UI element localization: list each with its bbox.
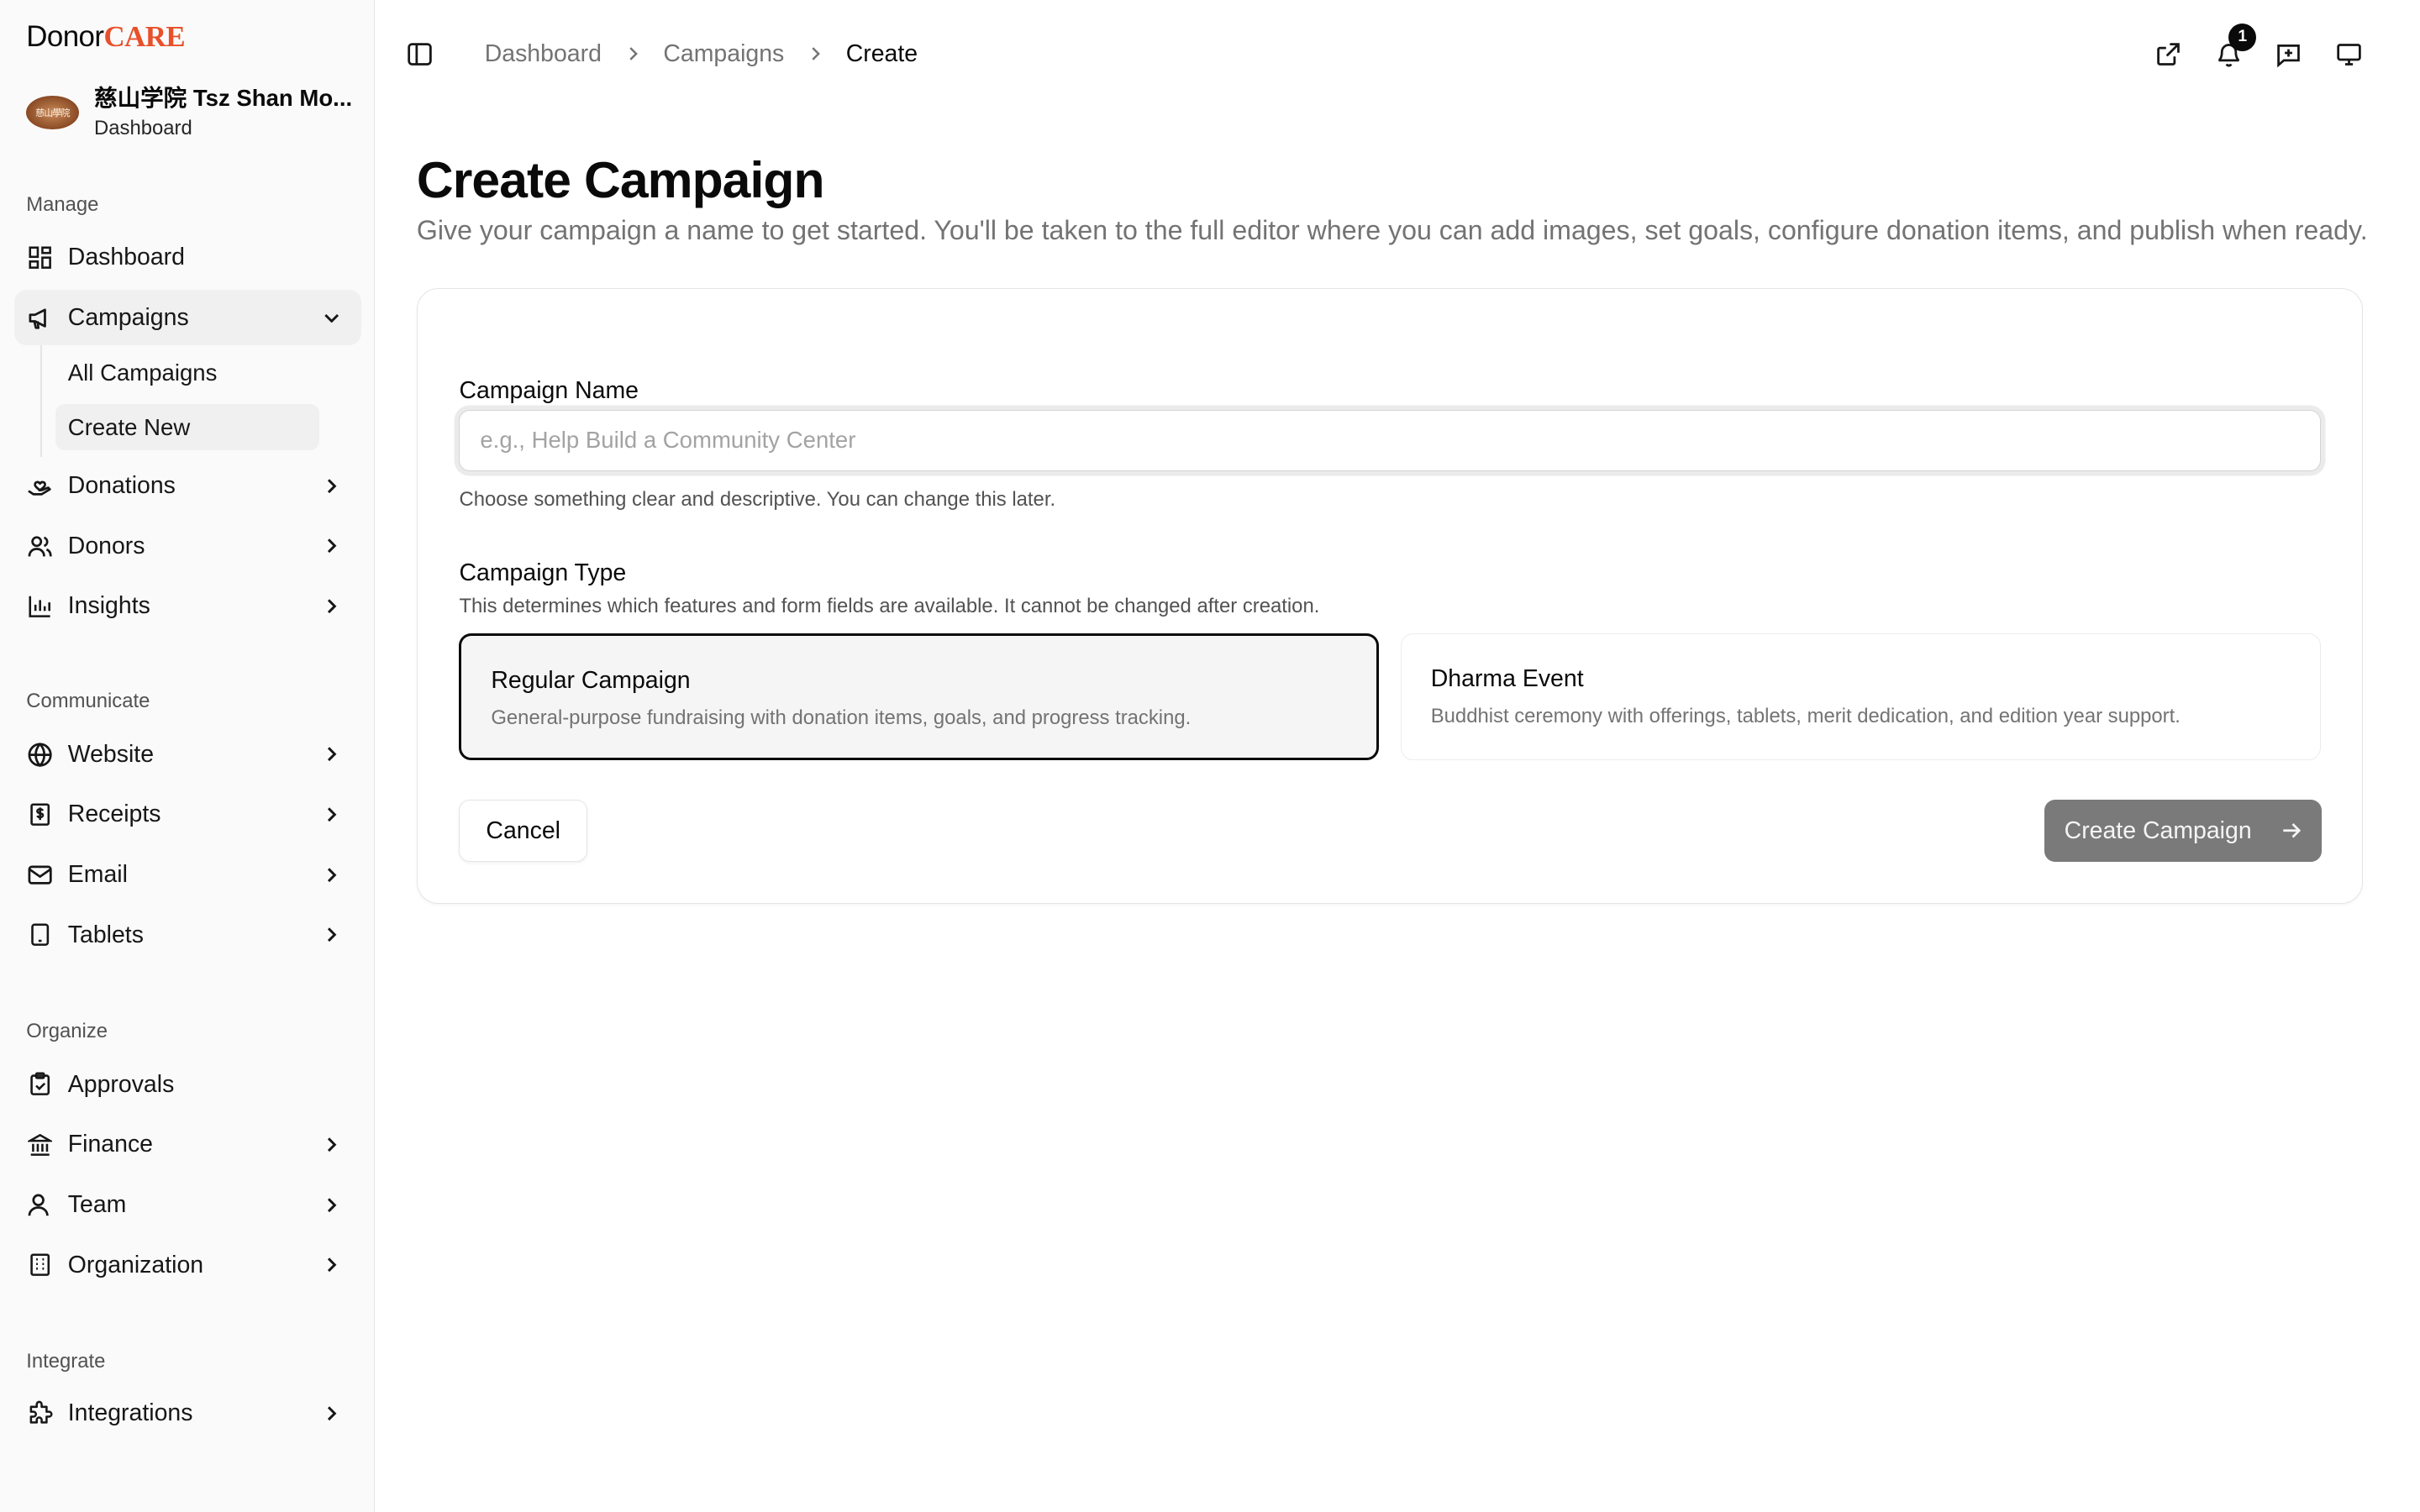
chevron-right-icon xyxy=(328,599,337,614)
user-icon xyxy=(26,1191,54,1219)
notification-badge: 1 xyxy=(2228,23,2257,51)
campaign-name-help: Choose something clear and descriptive. … xyxy=(459,488,1056,512)
org-subtitle: Dashboard xyxy=(94,116,192,139)
chevron-right-icon xyxy=(623,45,642,63)
sidebar-item-label: Donors xyxy=(67,532,145,559)
cancel-button[interactable]: Cancel xyxy=(459,800,587,862)
campaign-type-label: Campaign Type xyxy=(459,559,627,586)
section-label-communicate: Communicate xyxy=(26,690,150,712)
breadcrumb-dashboard[interactable]: Dashboard xyxy=(485,40,602,68)
org-switcher[interactable]: 慈山學院 慈山学院 Tsz Shan Mo... Dashboard xyxy=(26,81,362,145)
type-option-dharma-event[interactable]: Dharma Event Buddhist ceremony with offe… xyxy=(1400,633,2321,760)
create-campaign-label: Create Campaign xyxy=(2064,816,2252,844)
sidebar-subitem-all-campaigns[interactable]: All Campaigns xyxy=(55,350,319,396)
users-icon xyxy=(26,533,54,560)
org-name: 慈山学院 Tsz Shan Mo... xyxy=(94,85,353,112)
sidebar-item-email[interactable]: Email xyxy=(14,847,361,902)
sidebar-item-finance[interactable]: Finance xyxy=(14,1117,361,1173)
chevron-right-icon xyxy=(328,927,337,942)
sidebar-item-label: Donations xyxy=(67,472,176,500)
breadcrumb-campaigns[interactable]: Campaigns xyxy=(663,40,784,68)
bar-chart-icon xyxy=(26,592,54,620)
section-label-organize: Organize xyxy=(26,1020,108,1043)
campaign-type-help: This determines which features and form … xyxy=(459,595,1320,618)
sidebar-item-organization[interactable]: Organization xyxy=(14,1237,361,1293)
tablet-icon xyxy=(26,921,54,949)
sidebar-item-dashboard[interactable]: Dashboard xyxy=(14,230,361,286)
sidebar-item-label: Website xyxy=(67,740,155,768)
building-icon xyxy=(26,1252,54,1279)
sidebar-item-tablets[interactable]: Tablets xyxy=(14,907,361,963)
chevron-right-icon xyxy=(328,1198,337,1212)
chevron-right-icon xyxy=(328,1257,337,1273)
dashboard-icon xyxy=(26,244,54,271)
sidebar-item-approvals[interactable]: Approvals xyxy=(14,1057,361,1112)
megaphone-icon xyxy=(26,304,54,332)
sidebar-subitem-create-new[interactable]: Create New xyxy=(55,404,320,451)
sidebar-item-team[interactable]: Team xyxy=(14,1177,361,1232)
page-title: Create Campaign xyxy=(416,151,825,209)
sidebar-item-label: Approvals xyxy=(67,1070,175,1098)
sidebar-item-donations[interactable]: Donations xyxy=(14,458,361,513)
monitor-icon[interactable] xyxy=(2330,35,2367,72)
campaign-name-input[interactable] xyxy=(459,409,2321,472)
chevron-right-icon xyxy=(328,538,337,554)
sidebar-item-label: Campaigns xyxy=(67,303,189,331)
sidebar-item-integrations[interactable]: Integrations xyxy=(14,1385,361,1441)
section-label-integrate: Integrate xyxy=(26,1350,106,1373)
sidebar-toggle-icon[interactable] xyxy=(406,40,434,68)
page-description: Give your campaign a name to get started… xyxy=(416,214,2368,245)
chevron-down-icon xyxy=(324,313,339,323)
globe-icon xyxy=(26,741,54,769)
sidebar-item-label: Insights xyxy=(67,592,150,620)
chevron-right-icon xyxy=(328,479,337,493)
campaign-name-label: Campaign Name xyxy=(459,377,639,405)
sidebar-item-label: Finance xyxy=(67,1131,153,1158)
chevron-right-icon xyxy=(328,1137,337,1152)
brand-logo[interactable]: DonorCARE xyxy=(26,17,185,57)
hand-heart-icon xyxy=(26,472,54,500)
landmark-icon xyxy=(26,1131,54,1158)
sidebar-item-donors[interactable]: Donors xyxy=(14,518,361,574)
top-bar: Dashboard Campaigns Create 1 xyxy=(375,0,2420,108)
chevron-right-icon xyxy=(328,807,337,822)
message-plus-icon[interactable] xyxy=(2270,35,2307,72)
breadcrumb: Dashboard Campaigns Create xyxy=(485,37,918,71)
bell-icon[interactable]: 1 xyxy=(2210,23,2257,72)
type-option-description: General-purpose fundraising with donatio… xyxy=(491,706,1192,729)
main-content: Dashboard Campaigns Create 1 Create Camp… xyxy=(375,0,2420,1512)
mail-icon xyxy=(26,861,54,889)
create-campaign-form: Campaign Name Choose something clear and… xyxy=(416,288,2363,905)
breadcrumb-create: Create xyxy=(845,39,918,67)
sidebar-item-campaigns[interactable]: Campaigns xyxy=(13,290,361,346)
puzzle-icon xyxy=(26,1399,54,1427)
sidebar-item-label: Organization xyxy=(67,1251,204,1278)
clipboard-check-icon xyxy=(26,1071,54,1099)
sidebar-item-label: Team xyxy=(67,1190,127,1218)
type-option-regular-campaign[interactable]: Regular Campaign General-purpose fundrai… xyxy=(459,633,1380,760)
type-option-title: Dharma Event xyxy=(1430,664,1584,692)
sidebar-item-label: Integrations xyxy=(67,1399,193,1426)
external-link-icon[interactable] xyxy=(2150,35,2187,72)
org-logo: 慈山學院 xyxy=(26,95,79,130)
chevron-right-icon xyxy=(806,45,824,63)
sidebar-item-label: Dashboard xyxy=(67,244,185,271)
arrow-right-icon xyxy=(2280,819,2303,843)
sidebar: DonorCARE 慈山學院 慈山学院 Tsz Shan Mo... Dashb… xyxy=(0,0,376,1512)
chevron-right-icon xyxy=(328,747,337,762)
section-label-manage: Manage xyxy=(26,192,99,216)
sidebar-item-label: Receipts xyxy=(67,801,161,828)
sidebar-item-receipts[interactable]: Receipts xyxy=(14,787,361,843)
sidebar-item-label: Tablets xyxy=(67,921,144,948)
sidebar-item-insights[interactable]: Insights xyxy=(14,579,361,634)
chevron-right-icon xyxy=(328,868,337,882)
sidebar-item-website[interactable]: Website xyxy=(14,727,361,782)
receipt-icon xyxy=(26,801,54,828)
chevron-right-icon xyxy=(328,1406,337,1420)
submenu-divider xyxy=(39,345,42,457)
create-campaign-button[interactable]: Create Campaign xyxy=(2044,800,2323,862)
type-option-title: Regular Campaign xyxy=(491,666,691,694)
sidebar-item-label: Email xyxy=(67,860,128,888)
type-option-description: Buddhist ceremony with offerings, tablet… xyxy=(1430,704,2181,727)
